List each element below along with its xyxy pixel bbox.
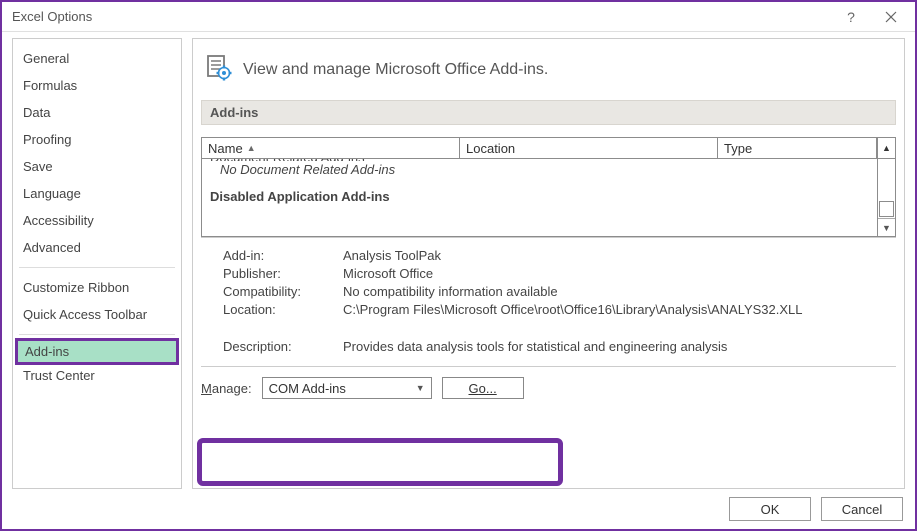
- manage-select[interactable]: COM Add-ins ▼: [262, 377, 432, 399]
- sidebar-item-proofing[interactable]: Proofing: [13, 126, 181, 153]
- detail-value-description: Provides data analysis tools for statist…: [343, 339, 892, 354]
- tutorial-highlight: [197, 438, 563, 486]
- sort-asc-icon: ▲: [247, 143, 256, 153]
- go-button[interactable]: Go...: [442, 377, 524, 399]
- chevron-down-icon: ▼: [882, 223, 891, 233]
- detail-value-publisher: Microsoft Office: [343, 266, 892, 281]
- dialog-footer: OK Cancel: [2, 489, 915, 529]
- chevron-down-icon: ▼: [416, 383, 425, 393]
- empty-group-text: No Document Related Add-ins: [206, 161, 873, 178]
- titlebar: Excel Options ?: [2, 2, 915, 32]
- manage-selected-value: COM Add-ins: [269, 381, 346, 396]
- window-title: Excel Options: [12, 9, 831, 24]
- detail-value-addin: Analysis ToolPak: [343, 248, 892, 263]
- detail-label: Compatibility:: [223, 284, 343, 299]
- main-panel: View and manage Microsoft Office Add-ins…: [192, 38, 905, 489]
- addins-icon: [205, 53, 233, 86]
- sidebar-item-customize-ribbon[interactable]: Customize Ribbon: [13, 274, 181, 301]
- separator: [201, 366, 896, 367]
- manage-bar: Manage: COM Add-ins ▼ Go...: [201, 377, 896, 405]
- sidebar-item-accessibility[interactable]: Accessibility: [13, 207, 181, 234]
- page-heading: View and manage Microsoft Office Add-ins…: [243, 61, 548, 79]
- vertical-scrollbar[interactable]: ▼: [877, 159, 895, 236]
- detail-label: Location:: [223, 302, 343, 317]
- group-header: Disabled Application Add-ins: [206, 188, 873, 205]
- addin-details: Add-in: Analysis ToolPak Publisher: Micr…: [201, 238, 896, 362]
- scrollbar-thumb[interactable]: [879, 201, 894, 217]
- scroll-up-button[interactable]: ▲: [877, 138, 895, 158]
- sidebar-item-trust-center[interactable]: Trust Center: [13, 362, 181, 389]
- scroll-down-button[interactable]: ▼: [878, 218, 895, 236]
- ok-button[interactable]: OK: [729, 497, 811, 521]
- sidebar-item-save[interactable]: Save: [13, 153, 181, 180]
- sidebar-item-addins[interactable]: Add-ins: [15, 338, 179, 365]
- detail-label: Publisher:: [223, 266, 343, 281]
- close-button[interactable]: [871, 3, 911, 31]
- detail-label: Description:: [223, 339, 343, 354]
- grid-header: Name ▲ Location Type ▲: [201, 137, 896, 159]
- detail-label: Add-in:: [223, 248, 343, 263]
- sidebar-item-qat[interactable]: Quick Access Toolbar: [13, 301, 181, 328]
- sidebar: General Formulas Data Proofing Save Lang…: [12, 38, 182, 489]
- chevron-up-icon: ▲: [882, 143, 891, 153]
- sidebar-separator: [19, 267, 175, 268]
- sidebar-item-formulas[interactable]: Formulas: [13, 72, 181, 99]
- sidebar-item-data[interactable]: Data: [13, 99, 181, 126]
- manage-label: Manage:: [201, 381, 252, 396]
- column-location[interactable]: Location: [460, 138, 718, 158]
- section-header: Add-ins: [201, 100, 896, 125]
- column-type[interactable]: Type: [718, 138, 877, 158]
- sidebar-item-language[interactable]: Language: [13, 180, 181, 207]
- column-name[interactable]: Name ▲: [202, 138, 460, 158]
- detail-value-location: C:\Program Files\Microsoft Office\root\O…: [343, 302, 892, 317]
- sidebar-item-general[interactable]: General: [13, 45, 181, 72]
- sidebar-item-advanced[interactable]: Advanced: [13, 234, 181, 261]
- help-button[interactable]: ?: [831, 3, 871, 31]
- sidebar-separator: [19, 334, 175, 335]
- grid-body[interactable]: Document Related Add-ins No Document Rel…: [202, 159, 877, 236]
- cancel-button[interactable]: Cancel: [821, 497, 903, 521]
- detail-value-compat: No compatibility information available: [343, 284, 892, 299]
- close-icon: [885, 11, 897, 23]
